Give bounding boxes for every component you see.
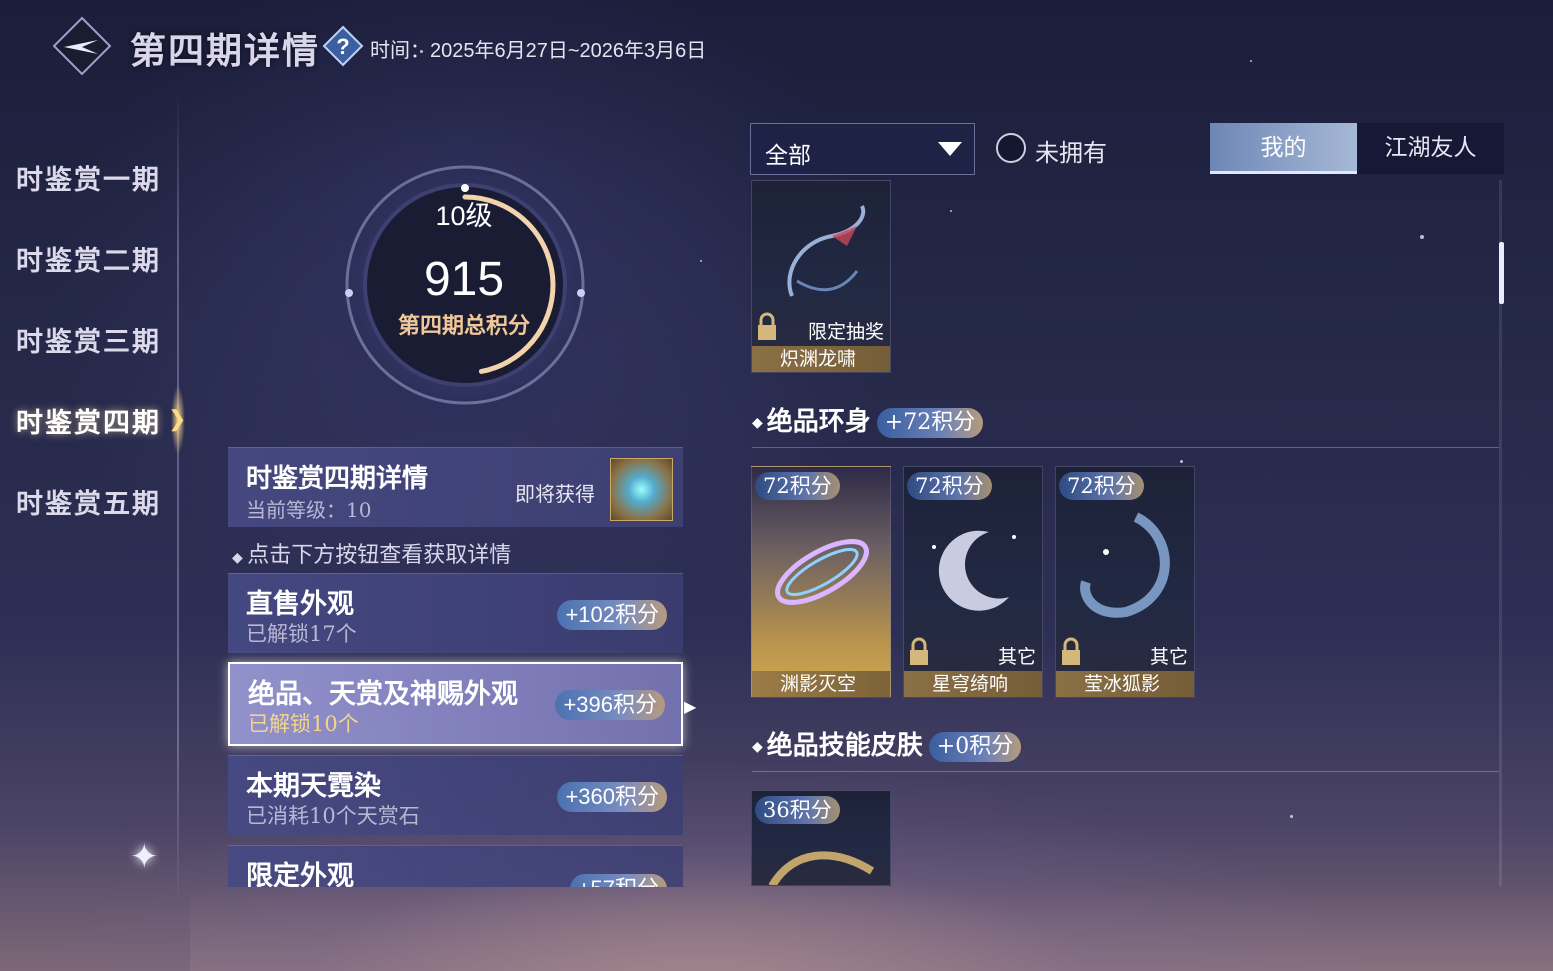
nav-item-period-2[interactable]: 时鉴赏二期	[16, 239, 161, 278]
nav-active-arrow-icon: ❯	[168, 407, 187, 432]
item-artwork	[768, 851, 875, 885]
category-title: 限定外观	[246, 861, 354, 887]
item-artwork	[787, 205, 866, 297]
item-points-badge: 72积分	[1059, 472, 1144, 500]
nav-item-period-5[interactable]: 时鉴赏五期	[16, 482, 161, 521]
category-subtitle: 已解锁17个	[246, 622, 357, 646]
item-artwork	[1080, 512, 1170, 618]
star	[1290, 815, 1293, 818]
period-detail-card[interactable]: 时鉴赏四期详情 当前等级：10 即将获得	[228, 447, 683, 527]
soon-reward-label: 即将获得	[515, 482, 595, 506]
item-points-badge: 72积分	[755, 472, 840, 500]
item-points-badge: 72积分	[907, 472, 992, 500]
category-row-premium[interactable]: 绝品、天赏及神赐外观 已解锁10个 +396积分	[228, 662, 683, 746]
category-row-limited[interactable]: 限定外观 +57积分	[228, 845, 683, 887]
category-subtitle: 已解锁10个	[248, 712, 359, 736]
star	[950, 210, 952, 212]
category-title: 绝品、天赏及神赐外观	[248, 679, 518, 710]
hint-label: 点击下方按钮查看获取详情	[247, 543, 512, 568]
star	[1250, 60, 1252, 62]
item-tag: 其它	[1149, 646, 1188, 668]
category-title: 本期天霓染	[246, 771, 381, 802]
item-tag: 限定抽奖	[807, 321, 884, 343]
star	[700, 260, 702, 262]
star	[1180, 460, 1183, 463]
item-card[interactable]: 72积分 其它 莹冰狐影	[1055, 466, 1195, 698]
back-button[interactable]	[52, 16, 112, 76]
event-time: 时间：2025年6月27日~2026年3月6日	[370, 40, 707, 62]
level-label: 10级	[435, 201, 493, 231]
nav-divider	[177, 90, 179, 910]
lock-icon	[910, 637, 928, 665]
total-score-label: 第四期总积分	[397, 313, 530, 339]
sparkle-icon: ✦	[130, 837, 159, 877]
lock-icon	[758, 312, 776, 340]
lock-icon	[1062, 637, 1080, 665]
item-card-top[interactable]: 限定抽奖 炽渊龙啸	[751, 180, 891, 373]
not-owned-label[interactable]: 未拥有	[1035, 133, 1107, 168]
filter-selected-value: 全部	[765, 143, 811, 169]
category-points: +360积分	[557, 782, 667, 812]
page-title: 第四期详情	[130, 30, 321, 72]
item-artwork	[775, 539, 869, 605]
section-divider	[752, 771, 1499, 772]
nav-item-period-4[interactable]: 时鉴赏四期	[16, 401, 161, 440]
item-name: 炽渊龙啸	[752, 346, 890, 372]
section-points: +0积分	[928, 732, 1022, 762]
item-name: 渊影灭空	[752, 671, 890, 697]
category-row-dye[interactable]: 本期天霓染 已消耗10个天赏石 +360积分	[228, 755, 683, 835]
total-score: 915	[423, 253, 505, 306]
svg-text:?: ?	[336, 34, 349, 59]
section-divider	[752, 447, 1499, 448]
filter-dropdown[interactable]: 全部	[750, 123, 975, 175]
section-header-aura: ◆ 绝品环身 +72积分	[752, 401, 984, 438]
hint-text: ◆ 点击下方按钮查看获取详情	[232, 543, 512, 568]
star	[1420, 235, 1424, 239]
item-points-badge: 36积分	[755, 796, 840, 824]
category-title: 直售外观	[246, 589, 354, 620]
category-subtitle: 已消耗10个天赏石	[246, 804, 420, 828]
item-card[interactable]: 72积分 其它 星穹绮响	[903, 466, 1043, 698]
category-points: +396积分	[555, 690, 665, 720]
nav-item-period-1[interactable]: 时鉴赏一期	[16, 158, 161, 197]
help-icon[interactable]: ?	[322, 25, 364, 67]
scroll-thumb[interactable]	[1499, 242, 1504, 304]
item-card[interactable]: 72积分 渊影灭空	[751, 466, 891, 698]
section-title: 绝品技能皮肤	[766, 731, 923, 761]
section-header-skill-skin: ◆ 绝品技能皮肤 +0积分	[752, 725, 1022, 762]
section-title: 绝品环身	[766, 407, 871, 437]
item-name: 星穹绮响	[904, 671, 1042, 697]
current-level: 当前等级：10	[246, 498, 372, 522]
owner-tabs: 我的 江湖友人	[1210, 123, 1504, 174]
reward-item-icon[interactable]	[610, 458, 673, 521]
item-name: 莹冰狐影	[1056, 671, 1194, 697]
item-artwork	[932, 530, 1016, 611]
item-tag: 其它	[997, 646, 1036, 668]
section-points: +72积分	[876, 408, 984, 438]
chevron-down-icon	[938, 142, 962, 156]
tab-mine[interactable]: 我的	[1210, 123, 1357, 174]
category-row-direct-sale[interactable]: 直售外观 已解锁17个 +102积分	[228, 573, 683, 653]
nav-item-period-3[interactable]: 时鉴赏三期	[16, 320, 161, 359]
item-card[interactable]: 36积分	[751, 790, 891, 886]
category-points: +102积分	[557, 600, 667, 630]
bottom-fade	[190, 886, 1553, 971]
detail-title: 时鉴赏四期详情	[246, 464, 429, 494]
not-owned-radio[interactable]	[996, 133, 1026, 163]
tab-friends[interactable]: 江湖友人	[1357, 123, 1504, 174]
selected-arrow-icon: ▶	[684, 697, 697, 716]
